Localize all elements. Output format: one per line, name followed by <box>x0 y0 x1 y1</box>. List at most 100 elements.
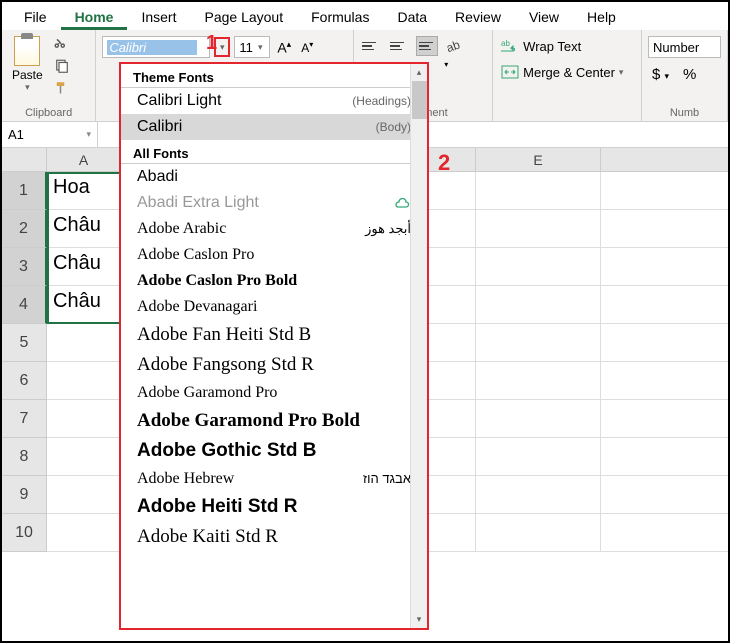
row-header-2[interactable]: 2 <box>2 210 47 248</box>
font-size-input[interactable] <box>235 40 253 55</box>
font-option[interactable]: Calibri Light(Headings) <box>121 88 427 114</box>
row-header-6[interactable]: 6 <box>2 362 47 400</box>
increase-font-button[interactable]: A▴ <box>274 39 294 56</box>
name-box[interactable]: A1 ▾ <box>2 122 98 147</box>
align-top-button[interactable] <box>360 36 382 56</box>
cell-E4[interactable] <box>476 286 601 323</box>
svg-text:ab: ab <box>445 37 463 54</box>
theme-fonts-header: Theme Fonts <box>121 64 427 88</box>
cell-E6[interactable] <box>476 362 601 399</box>
font-option[interactable]: Adobe Arabicأبجد هوز <box>121 216 427 242</box>
align-bottom-button[interactable] <box>416 36 438 56</box>
chevron-down-icon[interactable]: ▾ <box>86 129 91 140</box>
chevron-down-icon[interactable]: ▾ <box>619 67 624 78</box>
menu-data[interactable]: Data <box>383 5 441 30</box>
row-header-7[interactable]: 7 <box>2 400 47 438</box>
font-option[interactable]: Adobe Caslon Pro Bold <box>121 268 427 294</box>
wrap-text-label: Wrap Text <box>523 39 581 54</box>
cell-A4[interactable]: Châu <box>47 286 121 323</box>
group-label: Numb <box>648 105 721 119</box>
cell-E8[interactable] <box>476 438 601 475</box>
font-option[interactable]: Adobe Gothic Std B <box>121 436 427 466</box>
cell-A8[interactable] <box>47 438 121 475</box>
font-option[interactable]: Adobe Caslon Pro <box>121 242 427 268</box>
font-option[interactable]: Abadi Extra Light <box>121 190 427 216</box>
cell-E10[interactable] <box>476 514 601 551</box>
cell-E5[interactable] <box>476 324 601 361</box>
row-header-3[interactable]: 3 <box>2 248 47 286</box>
cell-E1[interactable] <box>476 172 601 209</box>
all-fonts-header: All Fonts <box>121 140 427 164</box>
menu-file[interactable]: File <box>10 5 61 30</box>
row-header-4[interactable]: 4 <box>2 286 47 324</box>
cell-A6[interactable] <box>47 362 121 399</box>
scroll-thumb[interactable] <box>412 81 427 119</box>
copy-icon[interactable] <box>53 58 71 76</box>
cell-E9[interactable] <box>476 476 601 513</box>
font-option[interactable]: Adobe Hebrewאבגד הוז <box>121 466 427 492</box>
cloud-icon <box>393 196 411 210</box>
row-header-1[interactable]: 1 <box>2 172 47 210</box>
font-option[interactable]: Adobe Garamond Pro <box>121 380 427 406</box>
row-header-9[interactable]: 9 <box>2 476 47 514</box>
menu-help[interactable]: Help <box>573 5 630 30</box>
svg-text:ab: ab <box>501 39 510 48</box>
row-header-8[interactable]: 8 <box>2 438 47 476</box>
scroll-down-button[interactable]: ▾ <box>411 611 427 628</box>
percent-button[interactable]: % <box>679 66 700 83</box>
row-header-10[interactable]: 10 <box>2 514 47 552</box>
column-header-E[interactable]: E <box>476 148 601 171</box>
cell-A1[interactable]: Hoa <box>47 172 121 209</box>
menu-home[interactable]: Home <box>61 5 128 30</box>
row-header-5[interactable]: 5 <box>2 324 47 362</box>
chevron-down-icon[interactable]: ▾ <box>253 42 267 53</box>
wrap-text-button[interactable]: ab Wrap Text <box>499 36 635 56</box>
chevron-down-icon[interactable]: ▾ <box>25 82 30 93</box>
cell-E3[interactable] <box>476 248 601 285</box>
group-wrap: ab Wrap Text Merge & Center ▾ <box>493 30 642 121</box>
decrease-font-button[interactable]: A▾ <box>298 40 316 55</box>
font-option[interactable]: Adobe Fangsong Std R <box>121 350 427 380</box>
select-all-corner[interactable] <box>2 148 47 171</box>
menu-view[interactable]: View <box>515 5 573 30</box>
font-option[interactable]: Calibri(Body) <box>121 114 427 140</box>
wrap-text-icon: ab <box>501 38 519 54</box>
font-option[interactable]: Adobe Devanagari <box>121 294 427 320</box>
font-dropdown-panel: Theme Fonts Calibri Light(Headings)Calib… <box>119 62 429 630</box>
font-name-input[interactable] <box>107 40 197 55</box>
cut-icon[interactable] <box>53 36 71 54</box>
cell-A5[interactable] <box>47 324 121 361</box>
cell-E7[interactable] <box>476 400 601 437</box>
font-option[interactable]: Abadi <box>121 164 427 190</box>
menu-page-layout[interactable]: Page Layout <box>190 5 297 30</box>
menu-review[interactable]: Review <box>441 5 515 30</box>
currency-button[interactable]: $ ▾ <box>648 66 673 83</box>
cell-A9[interactable] <box>47 476 121 513</box>
font-option[interactable]: Adobe Kaiti Std R <box>121 522 427 552</box>
format-painter-icon[interactable] <box>53 80 71 98</box>
cell-A7[interactable] <box>47 400 121 437</box>
menu-insert[interactable]: Insert <box>127 5 190 30</box>
cell-A3[interactable]: Châu <box>47 248 121 285</box>
cell-E2[interactable] <box>476 210 601 247</box>
annotation-2: 2 <box>438 150 450 176</box>
merge-icon <box>501 64 519 80</box>
font-option[interactable]: Adobe Garamond Pro Bold <box>121 406 427 436</box>
font-option[interactable]: Adobe Fan Heiti Std B <box>121 320 427 350</box>
group-number: Number $ ▾ % Numb <box>642 30 728 121</box>
paste-button[interactable]: Paste ▾ <box>8 34 47 98</box>
column-header-A[interactable]: A <box>47 148 121 171</box>
align-middle-button[interactable] <box>388 36 410 56</box>
cell-A10[interactable] <box>47 514 121 551</box>
font-size-combo[interactable]: ▾ <box>234 36 270 58</box>
paste-label: Paste <box>12 68 43 82</box>
scroll-up-button[interactable]: ▴ <box>411 64 427 81</box>
font-option[interactable]: Adobe Heiti Std R <box>121 492 427 522</box>
merge-center-button[interactable]: Merge & Center ▾ <box>499 62 635 82</box>
number-format-select[interactable]: Number <box>648 36 721 58</box>
orientation-button[interactable]: ab▾ <box>444 36 470 72</box>
cell-A2[interactable]: Châu <box>47 210 121 247</box>
menu-formulas[interactable]: Formulas <box>297 5 383 30</box>
font-name-combo[interactable] <box>102 36 210 58</box>
dropdown-scrollbar[interactable]: ▴ ▾ <box>410 64 427 628</box>
